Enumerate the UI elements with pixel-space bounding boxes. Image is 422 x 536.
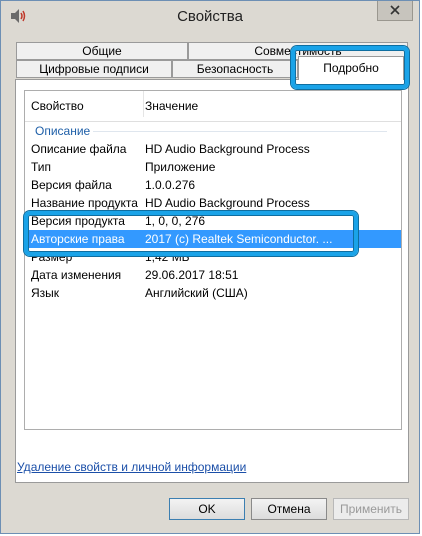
properties-list[interactable]: Свойство Значение Описание Описание файл… [24, 90, 402, 430]
row-property: Название продукта [31, 196, 138, 210]
group-divider [93, 131, 387, 132]
row-property: Тип [31, 160, 52, 174]
title-bar[interactable]: Свойства [1, 1, 419, 32]
remove-properties-link[interactable]: Удаление свойств и личной информации [17, 460, 246, 474]
column-header-value[interactable]: Значение [145, 99, 198, 113]
list-row[interactable]: Описание файла HD Audio Background Proce… [25, 140, 401, 158]
row-value: Приложение [145, 160, 216, 174]
row-property: Размер [31, 250, 73, 264]
close-button[interactable] [377, 1, 413, 21]
tab-security[interactable]: Безопасность [172, 60, 298, 78]
row-value: Английский (США) [145, 286, 248, 300]
tab-general[interactable]: Общие [16, 42, 188, 60]
row-property: Версия продукта [31, 214, 125, 228]
row-property: Описание файла [31, 142, 127, 156]
apply-button[interactable]: Применить [333, 498, 409, 520]
column-header-property[interactable]: Свойство [31, 99, 84, 113]
row-value: HD Audio Background Process [145, 142, 310, 156]
list-row[interactable]: Язык Английский (США) [25, 284, 401, 302]
close-icon [390, 4, 400, 18]
row-value: 1,42 МБ [145, 250, 190, 264]
list-header: Свойство Значение [25, 91, 401, 122]
row-property: Авторские права [31, 232, 125, 246]
column-divider[interactable] [143, 91, 144, 117]
tab-digital-signatures[interactable]: Цифровые подписи [16, 60, 172, 78]
list-row[interactable]: Тип Приложение [25, 158, 401, 176]
list-row[interactable]: Название продукта HD Audio Background Pr… [25, 194, 401, 212]
cancel-button[interactable]: Отмена [251, 498, 327, 520]
ok-button[interactable]: OK [169, 498, 245, 520]
row-property: Дата изменения [31, 268, 122, 282]
row-property: Язык [31, 286, 60, 300]
list-row[interactable]: Версия продукта 1, 0, 0, 276 [25, 212, 401, 230]
list-row[interactable]: Версия файла 1.0.0.276 [25, 176, 401, 194]
tab-details[interactable]: Подробно [298, 56, 404, 80]
properties-window: Свойства Общие Совместимость Цифровые по… [0, 0, 420, 534]
window-title: Свойства [177, 8, 243, 25]
row-value: 1.0.0.276 [145, 178, 196, 192]
list-row[interactable]: Размер 1,42 МБ [25, 248, 401, 266]
row-value: 2017 (c) Realtek Semiconductor. ... [145, 232, 333, 246]
row-value: HD Audio Background Process [145, 196, 310, 210]
group-header-description: Описание [35, 124, 91, 138]
details-panel: Свойство Значение Описание Описание файл… [15, 79, 409, 483]
list-row-selected[interactable]: Авторские права 2017 (c) Realtek Semicon… [25, 230, 401, 248]
list-row[interactable]: Дата изменения 29.06.2017 18:51 [25, 266, 401, 284]
row-value: 29.06.2017 18:51 [145, 268, 239, 282]
row-property: Версия файла [31, 178, 112, 192]
row-value: 1, 0, 0, 276 [145, 214, 206, 228]
